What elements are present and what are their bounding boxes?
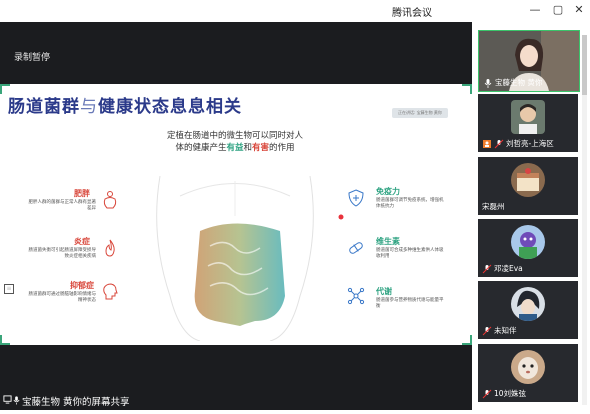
subtitle-bad: 有害 xyxy=(252,143,270,153)
maximize-icon[interactable]: ▢ xyxy=(551,3,565,17)
title-part-b: 与 xyxy=(80,97,98,117)
item-immunity-title: 免疫力 xyxy=(376,187,400,196)
slide-corner xyxy=(462,84,472,94)
subtitle-text: 的作用 xyxy=(269,143,295,153)
face-photo xyxy=(511,100,545,134)
cake-photo xyxy=(511,163,545,197)
participant-name-text: 未知伴 xyxy=(494,326,517,335)
mic-muted-icon xyxy=(482,389,492,398)
mic-muted-icon xyxy=(494,139,504,148)
flame-icon xyxy=(105,239,115,257)
participant-name: 10刘姝弦 xyxy=(482,388,526,399)
participant-tile[interactable]: 宋磊州 xyxy=(478,157,578,215)
participant-scrollbar[interactable] xyxy=(582,35,587,405)
participant-name: 宋磊州 xyxy=(482,201,505,212)
participant-tile[interactable]: 邓凌Eva xyxy=(478,219,578,277)
subtitle-text: 体的健康产生 xyxy=(175,143,227,153)
slide-corner xyxy=(462,335,472,345)
title-part-a: 肠道菌群 xyxy=(8,97,80,117)
participant-tile[interactable]: 10刘姝弦 xyxy=(478,344,578,402)
obesity-icon xyxy=(103,191,117,209)
scrollbar-thumb[interactable] xyxy=(582,35,587,95)
participant-name-text: 刘哲亮-上海区 xyxy=(506,139,554,148)
participant-name-text: 10刘姝弦 xyxy=(494,389,527,398)
participant-name: 宝藤生物 黄你 xyxy=(483,77,542,88)
recording-status[interactable]: 录制暂停 xyxy=(14,50,50,63)
item-metabolism-title: 代谢 xyxy=(376,287,392,296)
participant-name-text: 宋磊州 xyxy=(482,202,505,211)
participant-name: 刘哲亮-上海区 xyxy=(482,138,554,149)
item-depression-title: 抑郁症 xyxy=(70,281,94,290)
subtitle-good: 有益 xyxy=(226,143,244,153)
presentation-slide: 肠道菌群与健康状态息息相关 正在讲话: 宝藤生物 黄你 定植在肠道中的微生物可以… xyxy=(0,84,472,345)
item-obesity-title: 肥胖 xyxy=(74,189,90,198)
pet-photo xyxy=(511,350,545,384)
participant-tile[interactable]: 刘哲亮-上海区 xyxy=(478,94,578,152)
anime-character xyxy=(511,287,545,321)
participant-name-text: 宝藤生物 黄你 xyxy=(495,78,543,87)
participant-name: 未知伴 xyxy=(482,325,517,336)
slide-subtitle: 定植在肠道中的微生物可以同时对人 体的健康产生有益和有害的作用 xyxy=(150,130,320,154)
window-titlebar: 腾讯会议 — ▢ ✕ xyxy=(0,0,590,22)
item-immunity-desc: 肠道菌群可调节免疫系统，增强机体抵抗力 xyxy=(376,198,444,209)
laser-pointer-dot xyxy=(338,214,344,220)
item-depression-desc: 肠道菌群可通过肠脑轴影响情绪与精神状态 xyxy=(28,292,97,303)
window-title: 腾讯会议 xyxy=(392,8,432,19)
shield-icon xyxy=(348,189,364,207)
participant-tile[interactable]: 未知伴 xyxy=(478,281,578,339)
close-icon[interactable]: ✕ xyxy=(572,3,586,17)
participant-tile[interactable]: 宝藤生物 黄你 xyxy=(478,30,580,92)
item-vitamin-title: 维生素 xyxy=(376,237,400,246)
item-inflammation-title: 炎症 xyxy=(74,237,90,246)
mic-icon xyxy=(484,78,492,88)
title-part-c: 健康状态息息相关 xyxy=(98,97,242,117)
subtitle-line-1: 定植在肠道中的微生物可以同时对人 xyxy=(166,131,303,141)
screen-share-icon xyxy=(3,395,12,404)
slide-corner xyxy=(0,335,10,345)
cartoon-figure xyxy=(511,225,545,259)
participant-name: 邓凌Eva xyxy=(482,263,523,274)
item-inflammation-desc: 肠道菌失衡可引起肠道屏障受损导致炎症相关疾病 xyxy=(28,248,97,259)
minimize-icon[interactable]: — xyxy=(528,3,542,17)
subtitle-line-2: 体的健康产生有益和有害的作用 xyxy=(150,142,320,154)
item-obesity-desc: 肥胖人群的菌群与正常人群有显著差异 xyxy=(28,200,97,211)
slide-title: 肠道菌群与健康状态息息相关 xyxy=(8,92,242,117)
item-metabolism-desc: 肠道菌参与营养物质代谢与能量平衡 xyxy=(376,298,444,309)
screen-share-bar: 宝藤生物 黄你的屏幕共享 xyxy=(0,392,152,408)
intestine-illustration xyxy=(156,176,314,341)
head-brain-icon xyxy=(103,283,118,300)
subtitle-text: 和 xyxy=(243,143,252,153)
capsule-icon xyxy=(349,242,363,254)
participant-name-text: 邓凌Eva xyxy=(494,264,523,273)
screen-share-label: 宝藤生物 黄你的屏幕共享 xyxy=(22,397,130,408)
molecule-icon xyxy=(347,287,365,305)
item-vitamin-desc: 肠道菌可合成多种维生素供人体吸收利用 xyxy=(376,248,444,259)
raise-hand-icon xyxy=(483,139,491,148)
mic-muted-icon xyxy=(482,264,492,273)
mic-muted-icon xyxy=(482,326,492,335)
mic-icon xyxy=(13,396,20,405)
side-collapse-icon[interactable]: ≡ xyxy=(4,284,14,294)
speaking-indicator: 正在讲话: 宝藤生物 黄你 xyxy=(392,108,448,118)
